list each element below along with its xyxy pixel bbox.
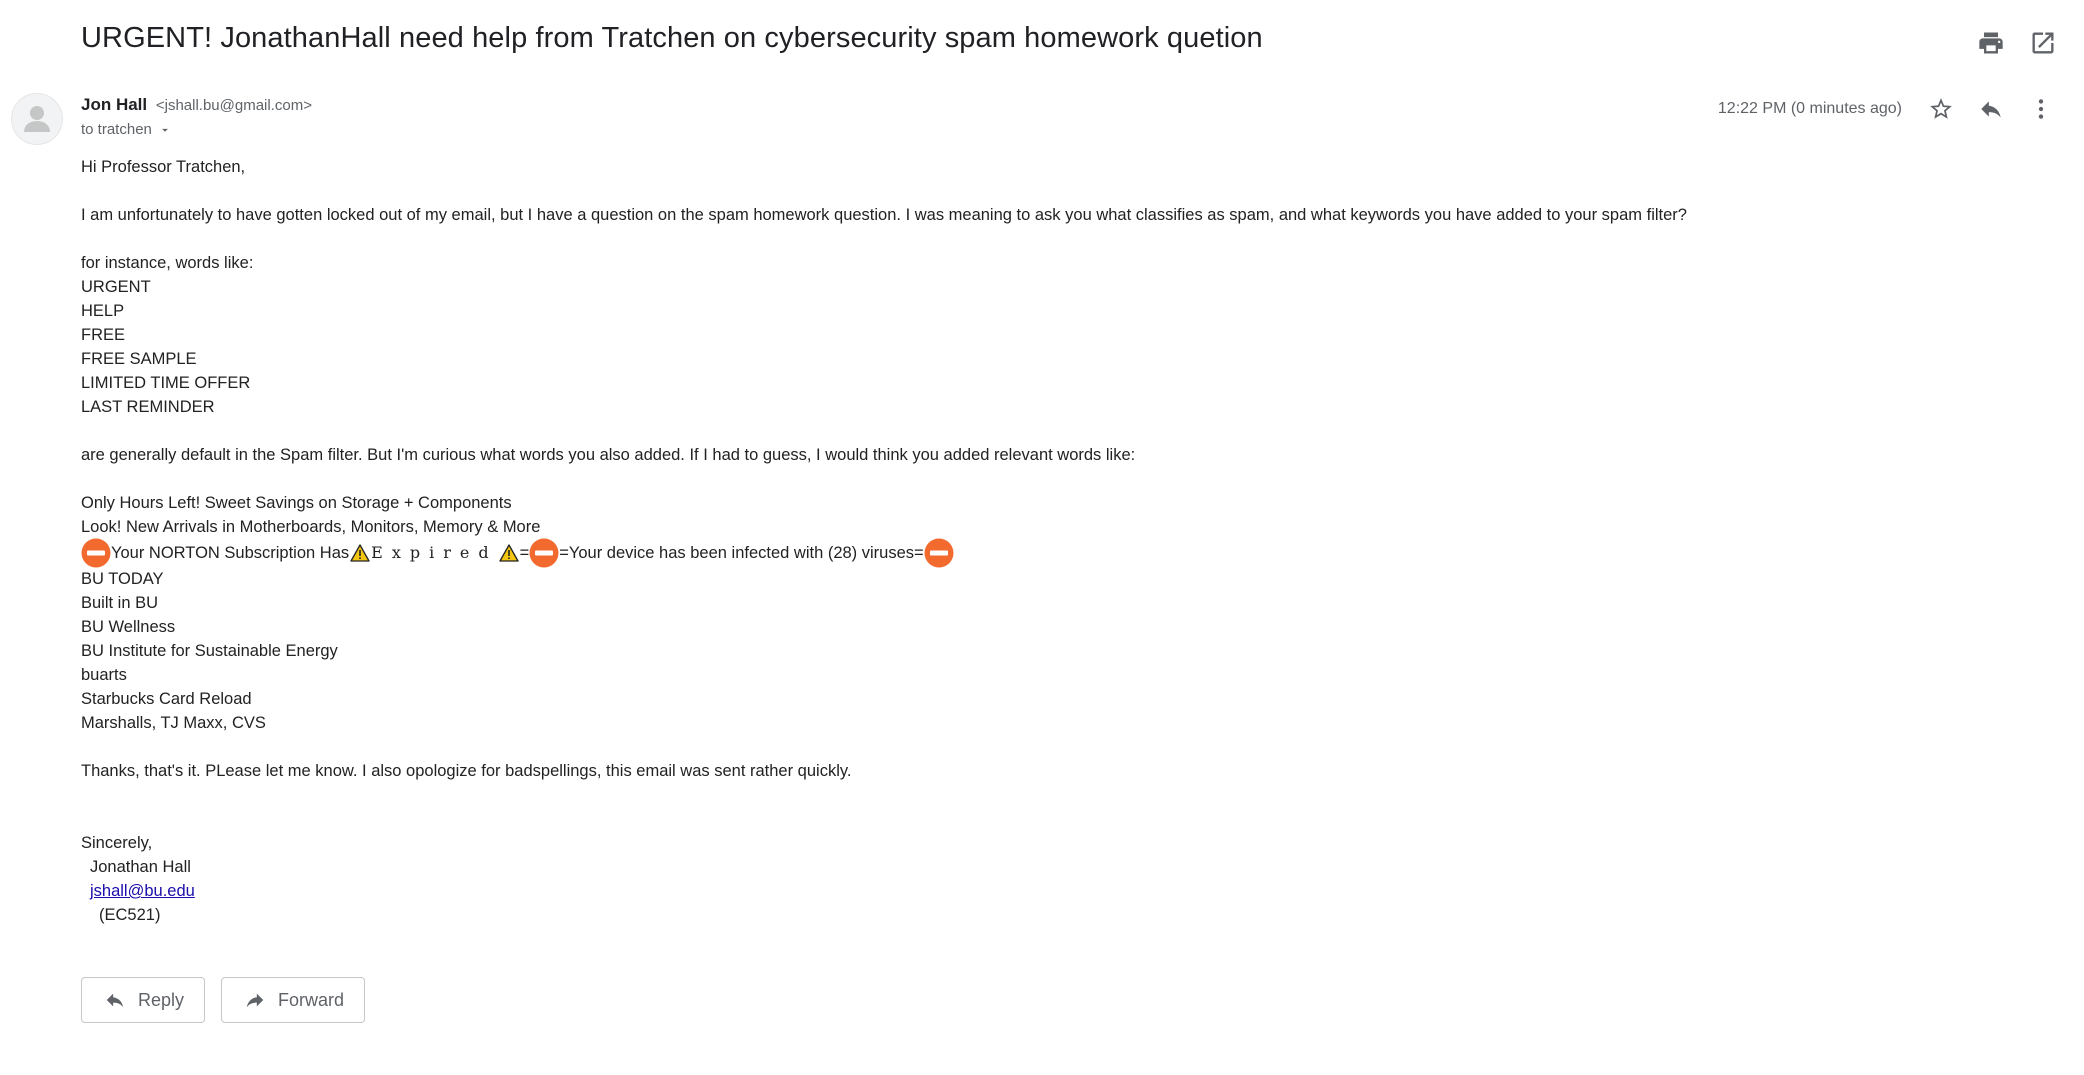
- signature-name: Jonathan Hall: [90, 858, 191, 876]
- signature-email-link[interactable]: jshall@bu.edu: [90, 882, 195, 900]
- equals-sign: =: [914, 544, 924, 562]
- norton-text-2: Your device has been infected with (28) …: [568, 544, 915, 562]
- no-entry-icon: [529, 538, 559, 568]
- open-in-new-icon[interactable]: [2026, 26, 2060, 60]
- sender-name[interactable]: Jon Hall: [81, 95, 147, 114]
- sender-line: Jon Hall <jshall.bu@gmail.com>: [81, 95, 312, 115]
- sender-email: <jshall.bu@gmail.com>: [155, 97, 312, 114]
- equals-sign: =: [559, 544, 569, 562]
- forward-label: Forward: [278, 989, 345, 1010]
- reply-label: Reply: [138, 989, 185, 1010]
- warning-icon: [350, 544, 370, 562]
- reply-button[interactable]: Reply: [81, 977, 206, 1023]
- email-view: URGENT! JonathanHall need help from Trat…: [0, 0, 2084, 1075]
- norton-spam-line: Your NORTON Subscription Has Expired = =…: [81, 538, 1981, 568]
- star-icon[interactable]: [1924, 92, 1958, 126]
- signoff: Sincerely,: [81, 834, 153, 852]
- print-icon[interactable]: [1974, 26, 2008, 60]
- default-word: FREE SAMPLE: [81, 350, 197, 368]
- recipients-toggle[interactable]: to tratchen: [81, 121, 172, 138]
- default-word: FREE: [81, 326, 126, 344]
- forward-icon: [246, 993, 264, 1008]
- expired-text: Expired: [371, 543, 498, 562]
- reply-icon[interactable]: [1974, 92, 2008, 126]
- equals-sign: =: [519, 544, 530, 562]
- custom-word: Starbucks Card Reload: [81, 690, 252, 708]
- paragraph-1: I am unfortunately to have gotten locked…: [81, 206, 1687, 224]
- email-body: Hi Professor Tratchen, I am unfortunatel…: [81, 155, 1981, 927]
- no-entry-icon: [81, 538, 111, 568]
- default-word: LIMITED TIME OFFER: [81, 374, 251, 392]
- default-avatar-icon: [24, 106, 50, 132]
- default-word: URGENT: [81, 278, 151, 296]
- forward-button[interactable]: Forward: [221, 977, 366, 1023]
- closing-paragraph: Thanks, that's it. PLease let me know. I…: [81, 762, 852, 780]
- custom-word: buarts: [81, 666, 127, 684]
- norton-text-1: Your NORTON Subscription Has: [111, 544, 350, 562]
- no-entry-icon: [924, 538, 954, 568]
- more-vert-icon[interactable]: [2024, 92, 2058, 126]
- email-subject: URGENT! JonathanHall need help from Trat…: [81, 22, 1263, 54]
- custom-word: BU TODAY: [81, 570, 164, 588]
- list-intro: for instance, words like:: [81, 254, 254, 272]
- message-meta: 12:22 PM (0 minutes ago): [1718, 92, 2058, 126]
- signature-course: (EC521): [99, 906, 161, 924]
- custom-word: BU Institute for Sustainable Energy: [81, 642, 338, 660]
- custom-word: BU Wellness: [81, 618, 176, 636]
- top-actions: [1974, 26, 2060, 60]
- custom-word: Marshalls, TJ Maxx, CVS: [81, 714, 266, 732]
- chevron-down-icon: [161, 128, 168, 132]
- avatar[interactable]: [11, 93, 63, 145]
- custom-word: Built in BU: [81, 594, 159, 612]
- timestamp: 12:22 PM (0 minutes ago): [1717, 100, 1902, 117]
- paragraph-2: are generally default in the Spam filter…: [81, 446, 1136, 464]
- custom-word: Look! New Arrivals in Motherboards, Moni…: [81, 518, 541, 536]
- greeting: Hi Professor Tratchen,: [81, 158, 246, 176]
- message-actions: Reply Forward: [81, 977, 366, 1023]
- custom-word: Only Hours Left! Sweet Savings on Storag…: [81, 494, 512, 512]
- recipients-text: to tratchen: [81, 121, 152, 138]
- default-word: LAST REMINDER: [81, 398, 215, 416]
- default-word: HELP: [81, 302, 125, 320]
- reply-icon: [106, 993, 124, 1008]
- warning-icon: [498, 544, 519, 562]
